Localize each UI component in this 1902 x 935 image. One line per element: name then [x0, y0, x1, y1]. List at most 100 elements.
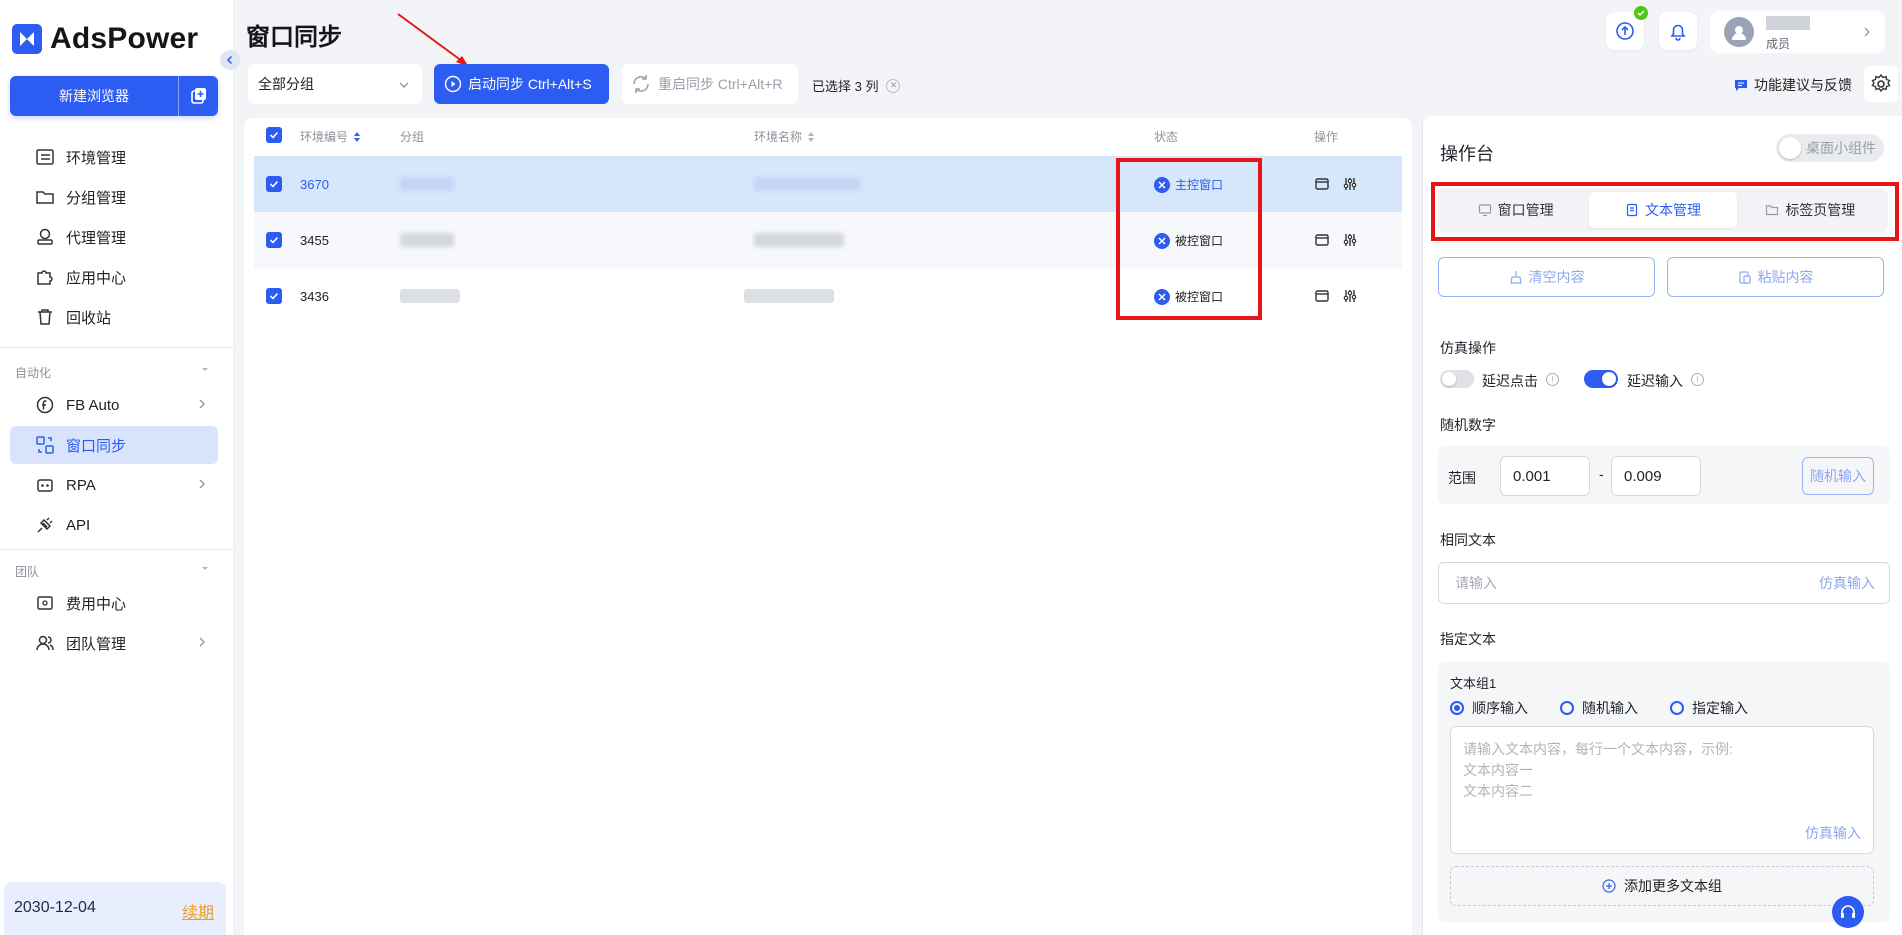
selected-info: 已选择 3 列 ✕ — [812, 76, 901, 95]
sidebar-item-label: 费用中心 — [66, 595, 127, 613]
page-title: 窗口同步 — [246, 24, 342, 51]
notifications-button[interactable] — [1659, 12, 1697, 50]
broom-icon — [1509, 271, 1522, 284]
sidebar-item-app-center[interactable]: 应用中心 — [10, 258, 218, 296]
settings-button[interactable] — [1864, 66, 1898, 102]
sidebar-item-team-management[interactable]: 团队管理 — [10, 624, 218, 662]
radio-random[interactable]: 随机输入 — [1560, 698, 1638, 718]
window-icon[interactable] — [1314, 232, 1330, 248]
column-actions: 操作 — [1314, 128, 1338, 145]
info-icon[interactable]: ! — [1546, 373, 1559, 386]
env-id: 3670 — [300, 177, 329, 192]
select-all-checkbox[interactable] — [266, 127, 282, 143]
sidebar-item-recycle-bin[interactable]: 回收站 — [10, 298, 218, 336]
headset-icon — [1841, 905, 1855, 918]
divider — [0, 347, 234, 348]
group-filter-select[interactable]: 全部分组 — [248, 64, 422, 104]
same-text-input[interactable]: 请输入 仿真输入 — [1438, 562, 1890, 604]
sliders-icon[interactable] — [1342, 232, 1358, 248]
toggle-knob — [1779, 137, 1801, 159]
restart-sync-label: 重启同步 Ctrl+Alt+R — [658, 76, 783, 92]
delay-input-switch[interactable] — [1584, 370, 1618, 388]
range-separator: - — [1599, 466, 1604, 482]
delay-input-label: 延迟输入 — [1627, 373, 1683, 389]
row-checkbox[interactable] — [266, 232, 282, 248]
check-icon — [269, 131, 279, 139]
user-menu[interactable]: 成员 — [1710, 11, 1885, 53]
collapse-sidebar-button[interactable] — [220, 50, 240, 70]
env-name-redacted — [754, 177, 860, 191]
sidebar-item-billing[interactable]: 费用中心 — [10, 584, 218, 622]
sidebar-item-proxy-management[interactable]: 代理管理 — [10, 218, 218, 256]
chevron-down-icon — [399, 82, 409, 88]
simulate-input-button[interactable]: 仿真输入 — [1805, 823, 1861, 843]
column-env-id-label: 环境编号 — [300, 130, 349, 144]
clear-selection-icon[interactable]: ✕ — [886, 78, 901, 93]
env-name-redacted — [754, 233, 844, 247]
desktop-widget-toggle[interactable]: 桌面小组件 — [1776, 134, 1884, 162]
column-env-name[interactable]: 环境名称 — [754, 128, 815, 145]
renew-link[interactable]: 续期 — [182, 899, 214, 923]
folder-icon — [34, 186, 56, 208]
column-env-id[interactable]: 环境编号 — [300, 128, 361, 145]
window-icon[interactable] — [1314, 288, 1330, 304]
textarea-placeholder: 文本内容一 — [1463, 762, 1533, 778]
sliders-icon[interactable] — [1342, 288, 1358, 304]
logo-text: AdsPower — [50, 22, 199, 55]
sidebar-item-window-sync[interactable]: 窗口同步 — [10, 426, 218, 464]
add-copy-icon — [190, 88, 206, 104]
sliders-icon[interactable] — [1342, 176, 1358, 192]
specified-text-title: 指定文本 — [1440, 631, 1496, 647]
play-icon — [444, 75, 462, 93]
sidebar-item-label: 代理管理 — [66, 229, 127, 247]
sort-icon — [808, 131, 815, 142]
radio-sequential-label: 顺序输入 — [1472, 700, 1528, 716]
check-icon — [269, 292, 279, 300]
sidebar-item-label: 分组管理 — [66, 189, 127, 207]
clear-content-button[interactable]: 清空内容 — [1438, 257, 1655, 297]
section-automation[interactable]: 自动化 — [15, 364, 210, 381]
batch-add-button[interactable] — [178, 76, 218, 116]
start-sync-button[interactable]: 启动同步 Ctrl+Alt+S — [434, 64, 609, 104]
gear-icon — [1871, 73, 1891, 93]
row-actions — [1314, 176, 1358, 192]
feedback-link[interactable]: 功能建议与反馈 — [1734, 75, 1852, 95]
column-actions-label: 操作 — [1314, 130, 1339, 144]
delay-click-switch[interactable] — [1440, 370, 1474, 388]
simulation-title: 仿真操作 — [1440, 340, 1496, 356]
row-checkbox[interactable] — [266, 176, 282, 192]
range-min-input[interactable]: 0.001 — [1500, 456, 1590, 496]
support-button[interactable] — [1832, 896, 1864, 928]
paste-content-button[interactable]: 粘贴内容 — [1667, 257, 1884, 297]
random-input-button[interactable]: 随机输入 — [1802, 457, 1874, 495]
update-button[interactable] — [1606, 6, 1648, 50]
list-icon — [34, 146, 56, 168]
window-icon[interactable] — [1314, 176, 1330, 192]
text-group-label: 文本组1 — [1450, 676, 1497, 691]
restart-sync-button[interactable]: 重启同步 Ctrl+Alt+R — [622, 64, 798, 104]
sidebar-item-label: 窗口同步 — [66, 437, 127, 455]
sidebar-item-rpa[interactable]: RPA — [10, 466, 218, 504]
chevron-right-icon — [199, 399, 205, 409]
sidebar-item-fb-auto[interactable]: FB Auto — [10, 386, 218, 424]
simulate-input-button[interactable]: 仿真输入 — [1819, 573, 1875, 593]
sidebar-item-api[interactable]: API — [10, 506, 218, 544]
puzzle-icon — [34, 266, 56, 288]
sidebar-item-env-management[interactable]: 环境管理 — [10, 138, 218, 176]
section-team[interactable]: 团队 — [15, 563, 210, 580]
highlight-box-tabs — [1431, 182, 1899, 241]
group-filter-value: 全部分组 — [258, 76, 314, 92]
range-max-input[interactable]: 0.009 — [1611, 456, 1701, 496]
radio-sequential[interactable]: 顺序输入 — [1450, 698, 1528, 718]
sidebar-item-group-management[interactable]: 分组管理 — [10, 178, 218, 216]
new-browser-button[interactable]: 新建浏览器 — [10, 76, 178, 116]
radio-specified[interactable]: 指定输入 — [1670, 698, 1748, 718]
sidebar: AdsPower 新建浏览器 环境管理 分组管理 代理管理 应用中心 回收站 自… — [0, 0, 234, 935]
info-icon[interactable]: ! — [1691, 373, 1704, 386]
text-content-textarea[interactable]: 请输入文本内容，每行一个文本内容，示例: 文本内容一 文本内容二 仿真输入 — [1450, 726, 1874, 854]
panel-title: 操作台 — [1440, 144, 1494, 164]
check-icon — [269, 236, 279, 244]
sidebar-item-label: 团队管理 — [66, 635, 127, 653]
add-text-group-button[interactable]: 添加更多文本组 — [1450, 866, 1874, 906]
row-checkbox[interactable] — [266, 288, 282, 304]
